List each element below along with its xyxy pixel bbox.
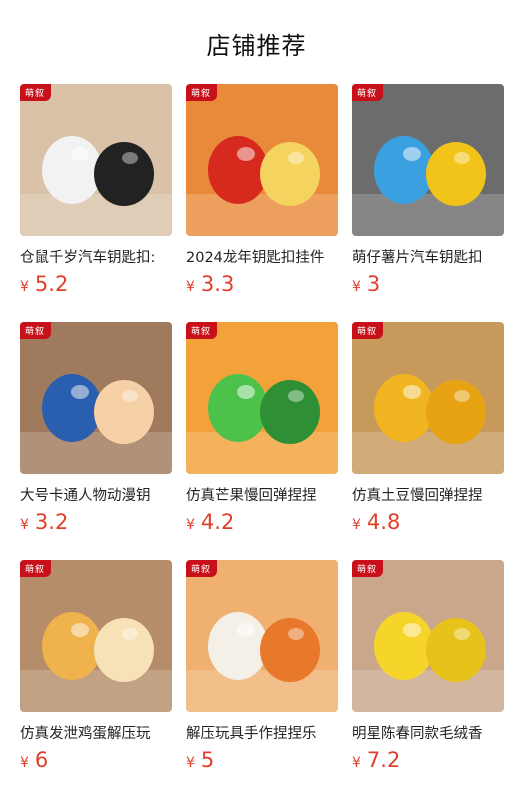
product-image[interactable]: 萌叙 [186,322,338,474]
product-price: ¥4.8 [352,510,400,534]
product-name[interactable]: 大号卡通人物动漫钥 [20,484,175,505]
brand-tag: 萌叙 [20,84,52,101]
brand-tag: 萌叙 [186,560,218,577]
price-value: 6 [34,748,49,772]
price-value: 3.2 [34,510,69,534]
currency-symbol: ¥ [352,517,361,533]
product-card[interactable]: 萌叙仓鼠千岁汽车钥匙扣: ¥5.2 [20,84,175,322]
currency-symbol: ¥ [186,755,195,771]
product-card[interactable]: 萌叙萌仔薯片汽车钥匙扣 ¥3 [352,84,507,322]
product-card[interactable]: 萌叙明星陈春同款毛绒香 ¥7.2 [352,560,507,798]
price-value: 3 [366,272,381,296]
brand-tag: 萌叙 [352,84,384,101]
product-name[interactable]: 仿真发泄鸡蛋解压玩 [20,722,175,743]
hamster-keychain-image [20,84,172,236]
product-name[interactable]: 萌仔薯片汽车钥匙扣 [352,246,507,267]
product-grid: 萌叙 仓鼠千岁汽车钥匙扣: ¥5.2 萌叙 2024龙年钥匙扣挂件 ¥3.3 萌叙 萌仔薯片汽… [20,84,506,798]
brand-tag: 萌叙 [20,560,52,577]
product-name[interactable]: 明星陈春同款毛绒香 [352,722,507,743]
product-image[interactable]: 萌叙 [352,322,504,474]
shop-recommend-page: 店铺推荐 萌叙 仓鼠千岁汽车钥匙扣: ¥5.2 萌叙 2024龙年钥匙扣挂件 ¥3.3 萌叙… [0,0,513,800]
product-name[interactable]: 解压玩具手作捏捏乐 [186,722,341,743]
currency-symbol: ¥ [186,279,195,295]
dragon-keychain-image [186,84,338,236]
product-price: ¥3.2 [20,510,68,534]
product-image[interactable]: 萌叙 [186,560,338,712]
product-price: ¥4.2 [186,510,234,534]
currency-symbol: ¥ [186,517,195,533]
product-price: ¥3.3 [186,272,234,296]
cartoon-figure-keychain-image [20,322,172,474]
product-price: ¥6 [20,748,48,772]
product-image[interactable]: 萌叙 [20,84,172,236]
product-price: ¥3 [352,272,380,296]
chips-keychain-image [352,84,504,236]
product-card[interactable]: 萌叙仿真芒果慢回弹捏捏 ¥4.2 [186,322,341,560]
brand-tag: 萌叙 [20,322,52,339]
price-value: 5.2 [34,272,69,296]
currency-symbol: ¥ [352,279,361,295]
product-name[interactable]: 仓鼠千岁汽车钥匙扣: [20,246,175,267]
product-card[interactable]: 萌叙解压玩具手作捏捏乐 ¥5 [186,560,341,798]
price-value: 4.8 [366,510,401,534]
price-value: 3.3 [200,272,235,296]
currency-symbol: ¥ [20,517,29,533]
potato-squishy-image [352,322,504,474]
product-name[interactable]: 仿真芒果慢回弹捏捏 [186,484,341,505]
product-price: ¥7.2 [352,748,400,772]
product-image[interactable]: 萌叙 [20,322,172,474]
product-card[interactable]: 萌叙仿真发泄鸡蛋解压玩 ¥6 [20,560,175,798]
product-card[interactable]: 萌叙大号卡通人物动漫钥 ¥3.2 [20,322,175,560]
product-price: ¥5.2 [20,272,68,296]
brand-tag: 萌叙 [352,322,384,339]
price-value: 7.2 [366,748,401,772]
product-name[interactable]: 2024龙年钥匙扣挂件 [186,246,341,267]
banana-plush-image [352,560,504,712]
brand-tag: 萌叙 [352,560,384,577]
product-image[interactable]: 萌叙 [352,560,504,712]
currency-symbol: ¥ [20,755,29,771]
egg-yolk-pastry-image [186,560,338,712]
product-price: ¥5 [186,748,214,772]
brand-tag: 萌叙 [186,84,218,101]
product-name[interactable]: 仿真土豆慢回弹捏捏 [352,484,507,505]
price-value: 5 [200,748,215,772]
product-image[interactable]: 萌叙 [352,84,504,236]
product-card[interactable]: 萌叙 2024龙年钥匙扣挂件 ¥3.3 [186,84,341,322]
mango-squishy-image [186,322,338,474]
brand-tag: 萌叙 [186,322,218,339]
product-image[interactable]: 萌叙 [186,84,338,236]
currency-symbol: ¥ [352,755,361,771]
price-value: 4.2 [200,510,235,534]
product-image[interactable]: 萌叙 [20,560,172,712]
page-title: 店铺推荐 [206,32,307,60]
egg-squishy-image [20,560,172,712]
currency-symbol: ¥ [20,279,29,295]
product-card[interactable]: 萌叙仿真土豆慢回弹捏捏 ¥4.8 [352,322,507,560]
